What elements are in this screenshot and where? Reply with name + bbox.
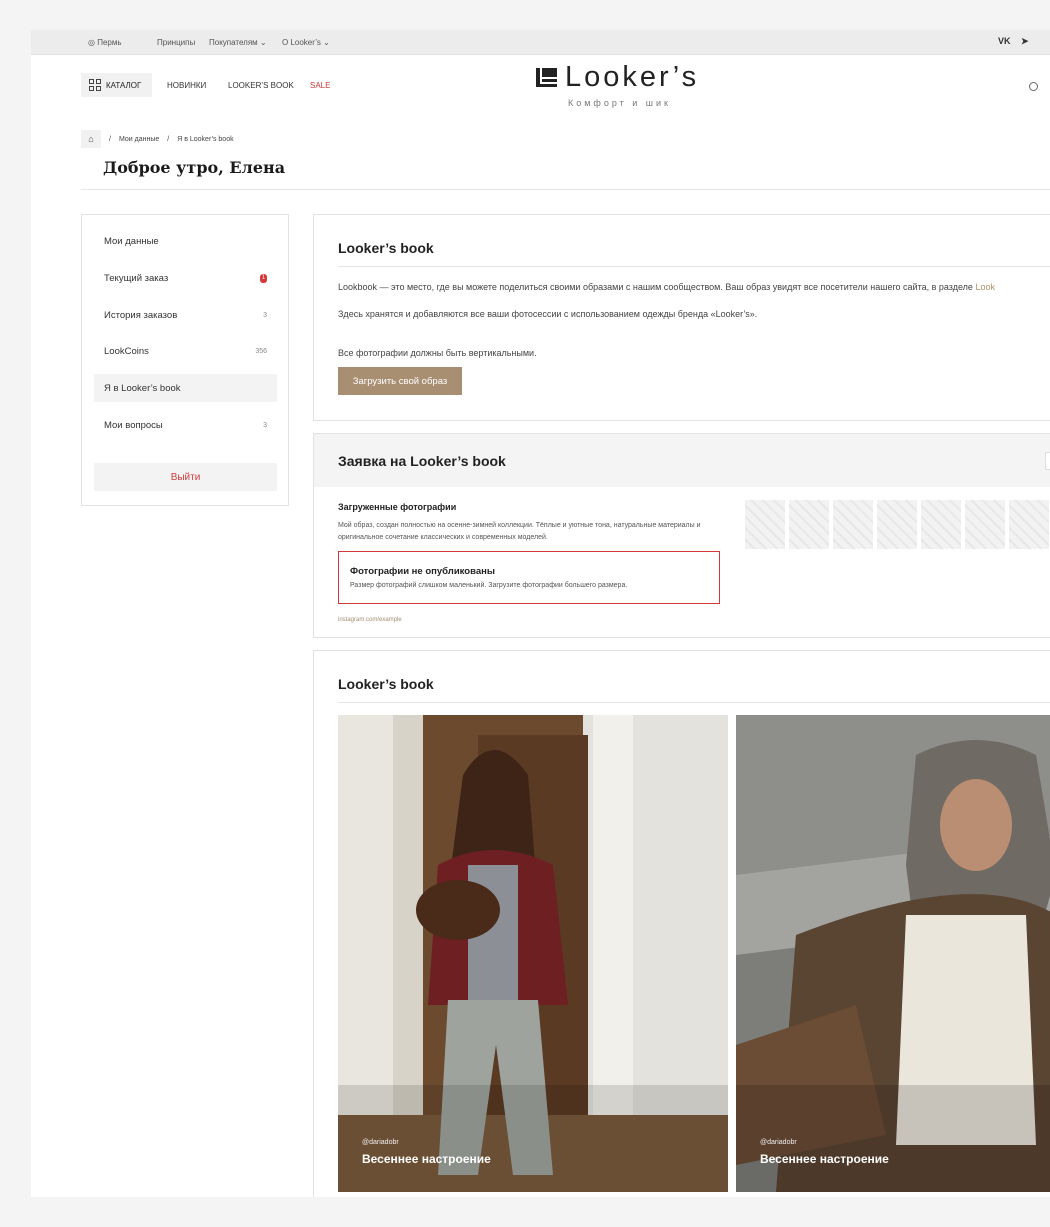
request-card-header: Заявка на Looker’s book [314, 434, 1050, 487]
look-title: Весеннее настроение [760, 1152, 889, 1166]
info-text-main: Lookbook — это место, где вы можете поде… [338, 282, 973, 292]
topbar-link-principles[interactable]: Принципы [157, 38, 195, 47]
topbar-link-customers[interactable]: Покупателям ⌄ [209, 38, 267, 47]
count-badge: 356 [255, 347, 267, 355]
author-handle: @dariadobr [760, 1139, 797, 1146]
logout-button[interactable]: Выйти [94, 463, 277, 491]
upload-look-button[interactable]: Загрузить свой образ [338, 367, 462, 395]
vk-icon[interactable]: VK [998, 36, 1011, 46]
telegram-icon[interactable]: ➤ [1021, 36, 1029, 47]
tagline: Комфорт и шик [568, 98, 671, 108]
catalog-button[interactable]: КАТАЛОГ [81, 73, 152, 97]
page-title: Доброе утро, Елена [103, 158, 286, 177]
catalog-label: КАТАЛОГ [106, 80, 142, 90]
look-photo [736, 715, 1050, 1192]
topbar-link-customers-label: Покупателям [209, 38, 258, 47]
sidebar-item-my-data[interactable]: Мои данные [94, 227, 277, 255]
breadcrumb-separator: / [109, 135, 111, 143]
grid-icon [89, 79, 101, 91]
city-label: Пермь [97, 38, 122, 47]
card-title: Looker’s book [338, 240, 434, 256]
notification-badge: 1 [260, 273, 267, 283]
card-title: Заявка на Looker’s book [338, 453, 506, 469]
lookers-book-info-card: Looker’s book Lookbook — это место, где … [313, 214, 1050, 421]
logo-text: Looker’s [565, 61, 700, 93]
topbar-link-about[interactable]: О Looker’s ⌄ [282, 38, 330, 47]
site-header: КАТАЛОГ НОВИНКИ LOOKER’S BOOK SALE Looke… [31, 55, 1050, 125]
divider [81, 189, 1050, 190]
photo-thumbnail[interactable] [877, 500, 917, 549]
breadcrumb: ⌂ / Мои данные / Я в Looker’s book [81, 130, 234, 148]
sidebar-item-label: История заказов [104, 309, 178, 321]
sidebar-item-label: Мои данные [104, 235, 159, 247]
photo-thumbnail[interactable] [965, 500, 1005, 549]
error-alert: Фотографии не опубликованы Размер фотогр… [338, 551, 720, 604]
sidebar-item-current-order[interactable]: Текущий заказ 1 [94, 264, 277, 292]
photo-thumbnail[interactable] [789, 500, 829, 549]
gallery-title: Looker’s book [338, 676, 434, 692]
sidebar-item-label: Я в Looker’s book [104, 382, 181, 394]
sidebar-item-lookers-book[interactable]: Я в Looker’s book [94, 374, 277, 402]
uploaded-photos-title: Загруженные фотографии [338, 502, 457, 512]
error-title: Фотографии не опубликованы [350, 566, 495, 577]
info-text: Lookbook — это место, где вы можете поде… [338, 282, 995, 292]
look-description: Мой образ, создан полностью на осенне-зи… [338, 522, 701, 541]
lookbook-link[interactable]: Look [975, 282, 995, 292]
breadcrumb-current: Я в Looker’s book [177, 135, 234, 143]
photo-thumbnail[interactable] [921, 500, 961, 549]
topbar-link-about-label: О Looker’s [282, 38, 321, 47]
error-text: Размер фотографий слишком маленький. Заг… [350, 582, 628, 589]
status-tag [1045, 452, 1050, 470]
sidebar-item-lookcoins[interactable]: LookCoins 356 [94, 337, 277, 365]
sidebar-item-label: Мои вопросы [104, 419, 163, 431]
page-frame: ◎ Пермь Принципы Покупателям ⌄ О Looker’… [31, 30, 1050, 1197]
divider [338, 266, 1050, 267]
info-text-secondary: Здесь хранятся и добавляются все ваши фо… [338, 309, 758, 319]
photo-thumbnail[interactable] [745, 500, 785, 549]
sidebar-item-my-questions[interactable]: Мои вопросы 3 [94, 411, 277, 439]
top-bar: ◎ Пермь Принципы Покупателям ⌄ О Looker’… [31, 30, 1050, 55]
photo-thumbnail[interactable] [1009, 500, 1049, 549]
logo[interactable]: Looker’s [536, 61, 699, 94]
home-icon[interactable]: ⌂ [81, 130, 101, 148]
sidebar-item-label: Текущий заказ [104, 272, 169, 284]
look-title: Весеннее настроение [362, 1152, 491, 1166]
city-selector[interactable]: ◎ Пермь [88, 38, 122, 47]
instagram-link[interactable]: instagram.com/example [338, 617, 402, 623]
divider [338, 702, 1050, 703]
look-photo [338, 715, 728, 1192]
nav-lookers-book[interactable]: LOOKER’S BOOK [228, 81, 294, 90]
count-badge: 3 [263, 311, 267, 319]
chevron-down-icon: ⌄ [323, 38, 330, 47]
logo-mark-icon [536, 68, 557, 87]
gallery-card[interactable]: @dariadobr Весеннее настроение [736, 715, 1050, 1192]
lookers-book-gallery: Looker’s book @dariadobr Весеннее настро… [313, 650, 1050, 1197]
vertical-photos-note: Все фотографии должны быть вертикальными… [338, 348, 537, 358]
search-icon[interactable] [1029, 82, 1038, 91]
request-card: Заявка на Looker’s book Загруженные фото… [313, 433, 1050, 638]
photo-thumbnail[interactable] [833, 500, 873, 549]
nav-new[interactable]: НОВИНКИ [167, 81, 206, 90]
count-badge: 3 [263, 421, 267, 429]
nav-sale[interactable]: SALE [310, 81, 330, 90]
breadcrumb-separator: / [167, 135, 170, 143]
gallery-card[interactable]: @dariadobr Весеннее настроение [338, 715, 728, 1192]
breadcrumb-my-data[interactable]: Мои данные [119, 136, 159, 143]
account-sidebar: Мои данные Текущий заказ 1 История заказ… [81, 214, 289, 506]
chevron-down-icon: ⌄ [259, 38, 267, 47]
sidebar-item-order-history[interactable]: История заказов 3 [94, 301, 277, 329]
author-handle: @dariadobr [362, 1139, 399, 1146]
sidebar-item-label: LookCoins [104, 345, 149, 357]
